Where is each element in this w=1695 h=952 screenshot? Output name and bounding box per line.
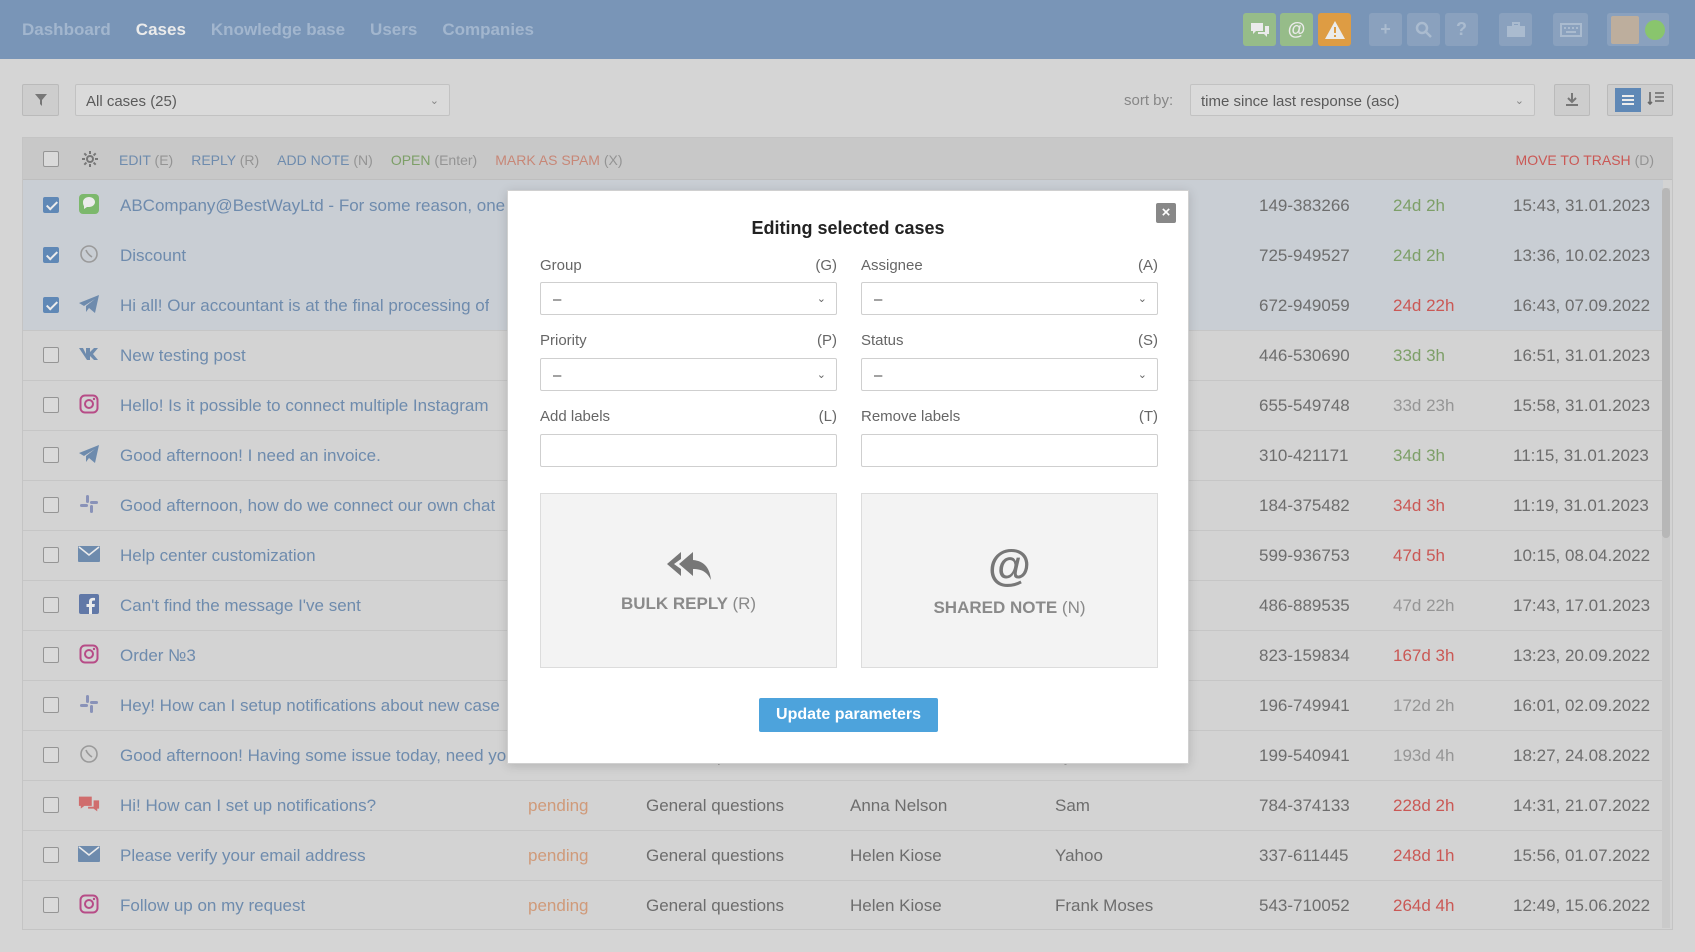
- priority-label: Priority: [540, 332, 587, 349]
- chevron-down-icon: ⌄: [1137, 369, 1147, 381]
- reply-all-icon: [666, 551, 711, 580]
- group-select[interactable]: – ⌄: [540, 282, 837, 315]
- remove-labels-shortcut: (T): [1138, 408, 1158, 425]
- chevron-down-icon: ⌄: [816, 293, 826, 305]
- modal-title: Editing selected cases: [751, 218, 945, 238]
- add-labels-label: Add labels: [540, 408, 611, 425]
- group-label: Group: [540, 257, 582, 274]
- priority-select[interactable]: – ⌄: [540, 358, 837, 391]
- update-parameters-button[interactable]: Update parameters: [759, 698, 938, 732]
- bulk-reply-button[interactable]: BULK REPLY (R): [540, 493, 837, 668]
- remove-labels-input[interactable]: [861, 434, 1158, 467]
- priority-shortcut: (P): [817, 332, 837, 349]
- assignee-shortcut: (A): [1138, 257, 1158, 274]
- add-labels-input[interactable]: [540, 434, 837, 467]
- shared-note-button[interactable]: @ SHARED NOTE (N): [861, 493, 1158, 668]
- status-select[interactable]: – ⌄: [861, 358, 1158, 391]
- assignee-label: Assignee: [861, 257, 923, 274]
- close-icon[interactable]: ×: [1156, 203, 1176, 223]
- chevron-down-icon: ⌄: [816, 369, 826, 381]
- remove-labels-label: Remove labels: [861, 408, 961, 425]
- group-shortcut: (G): [815, 257, 837, 274]
- at-icon: @: [988, 540, 1031, 590]
- status-shortcut: (S): [1138, 332, 1158, 349]
- add-labels-shortcut: (L): [818, 408, 837, 425]
- assignee-select[interactable]: – ⌄: [861, 282, 1158, 315]
- edit-cases-modal: Editing selected cases × Group (G) – ⌄ A…: [507, 190, 1189, 764]
- chevron-down-icon: ⌄: [1137, 293, 1147, 305]
- status-label: Status: [861, 332, 904, 349]
